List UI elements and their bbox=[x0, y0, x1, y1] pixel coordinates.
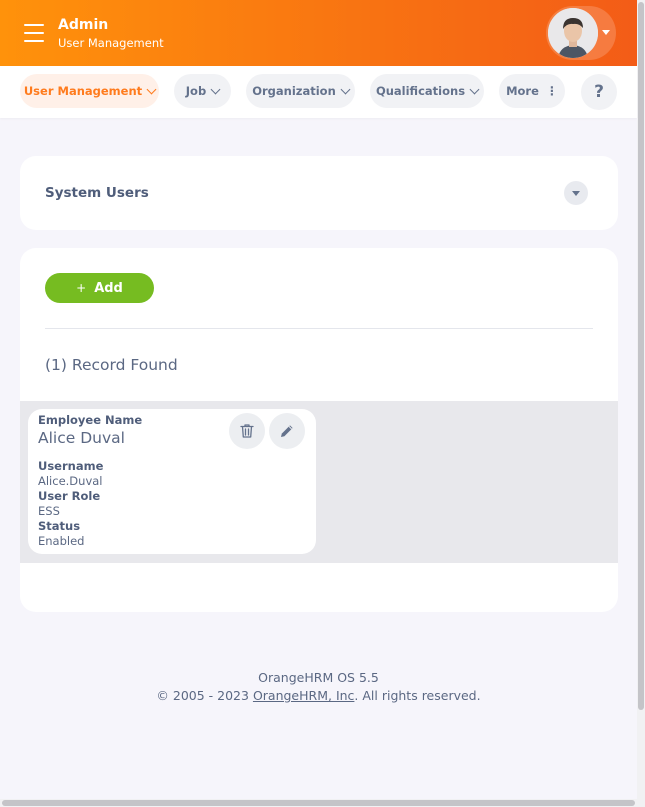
top-bar: Admin User Management bbox=[0, 0, 637, 66]
records-table: Employee Name Alice Duval Username Alice… bbox=[20, 401, 618, 563]
caret-down-icon bbox=[572, 191, 580, 196]
tab-job[interactable]: Job bbox=[174, 74, 231, 108]
chevron-down-icon bbox=[469, 84, 480, 94]
chevron-down-icon bbox=[146, 84, 157, 94]
module-title: Admin bbox=[58, 17, 109, 33]
chevron-down-icon bbox=[602, 30, 610, 35]
add-button[interactable]: + Add bbox=[45, 273, 154, 303]
chevron-down-icon bbox=[210, 84, 221, 94]
user-dropdown[interactable] bbox=[546, 6, 616, 60]
help-button[interactable]: ? bbox=[581, 74, 617, 110]
company-link[interactable]: OrangeHRM, Inc bbox=[253, 688, 354, 703]
tab-more[interactable]: More ⋮ bbox=[499, 74, 565, 108]
system-users-filter-card: System Users bbox=[20, 156, 618, 230]
horizontal-scrollbar[interactable] bbox=[0, 799, 645, 807]
tab-label: More bbox=[506, 84, 539, 98]
table-row[interactable]: Employee Name Alice Duval Username Alice… bbox=[28, 409, 316, 554]
vertical-scrollbar[interactable] bbox=[637, 0, 645, 807]
pencil-icon bbox=[281, 425, 293, 437]
records-found-count: (1) Record Found bbox=[45, 356, 178, 374]
status-label: Status bbox=[38, 519, 81, 533]
footer-copyright: © 2005 - 2023 OrangeHRM, Inc. All rights… bbox=[0, 688, 637, 703]
tab-user-management[interactable]: User Management bbox=[20, 74, 159, 108]
employee-name-value: Alice Duval bbox=[38, 429, 125, 447]
employee-name-label: Employee Name bbox=[38, 413, 143, 427]
hamburger-menu-icon[interactable] bbox=[24, 24, 44, 42]
vertical-scroll-thumb[interactable] bbox=[638, 2, 644, 710]
status-value: Enabled bbox=[38, 534, 85, 548]
tab-label: Qualifications bbox=[375, 84, 466, 98]
username-value: Alice.Duval bbox=[38, 474, 103, 488]
chevron-down-icon bbox=[340, 84, 351, 94]
copyright-prefix: © 2005 - 2023 bbox=[156, 688, 253, 703]
tab-organization[interactable]: Organization bbox=[246, 74, 355, 108]
user-role-value: ESS bbox=[38, 504, 60, 518]
more-vertical-icon: ⋮ bbox=[545, 84, 558, 98]
avatar bbox=[548, 8, 598, 58]
user-role-label: User Role bbox=[38, 489, 101, 503]
footer-version: OrangeHRM OS 5.5 bbox=[258, 670, 379, 685]
edit-button[interactable] bbox=[269, 413, 305, 449]
username-label: Username bbox=[38, 459, 104, 473]
module-subtitle: User Management bbox=[58, 36, 164, 50]
tab-label: Job bbox=[185, 84, 207, 98]
expand-filter-button[interactable] bbox=[564, 181, 588, 205]
horizontal-scroll-thumb[interactable] bbox=[2, 800, 635, 806]
users-list-card: + Add (1) Record Found Employee Name Alic… bbox=[20, 248, 618, 612]
top-navigation: User Management Job Organization Qualifi… bbox=[0, 66, 637, 118]
copyright-suffix: . All rights reserved. bbox=[354, 688, 481, 703]
tab-label: Organization bbox=[252, 84, 336, 98]
tab-qualifications[interactable]: Qualifications bbox=[370, 74, 484, 108]
tab-label: User Management bbox=[23, 84, 143, 98]
add-button-label: Add bbox=[94, 280, 123, 296]
filter-title: System Users bbox=[45, 185, 149, 201]
trash-icon bbox=[240, 424, 254, 438]
delete-button[interactable] bbox=[229, 413, 265, 449]
divider bbox=[45, 328, 593, 329]
plus-icon: + bbox=[76, 281, 87, 295]
